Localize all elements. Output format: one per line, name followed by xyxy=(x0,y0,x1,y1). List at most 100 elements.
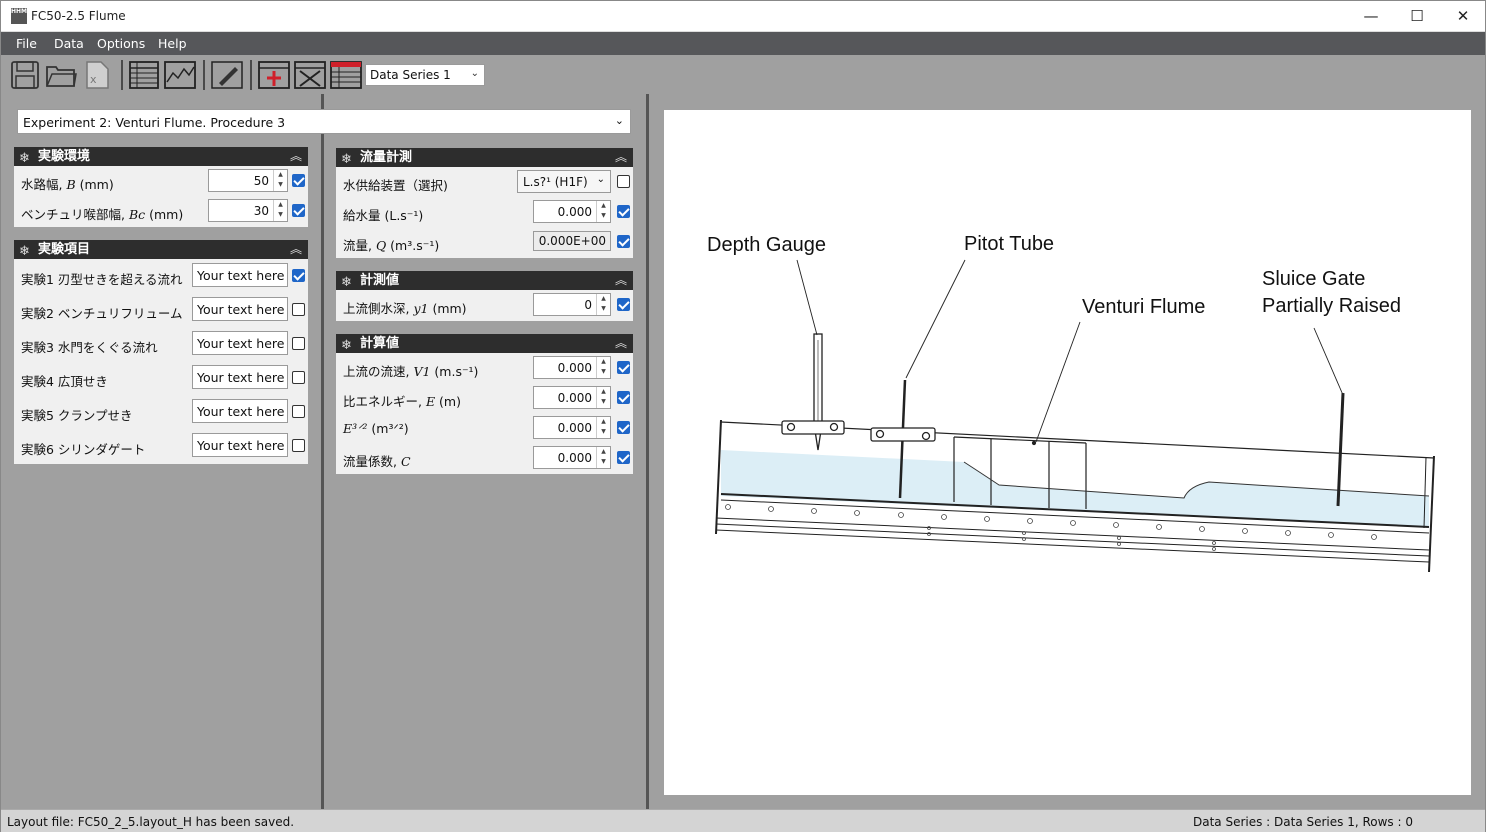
experiment-label: 実験5 クランプせき xyxy=(21,408,133,423)
menu-bar: File Data Options Help xyxy=(1,32,1485,55)
env-row-width: 水路幅, B (mm) 50 ▲ ▼ xyxy=(14,166,308,196)
chevron-down-icon: ⌄ xyxy=(470,68,479,79)
calc-label: 比エネルギー, E (m) xyxy=(343,394,461,409)
flow-panel-title: 流量計測 xyxy=(360,150,413,165)
experiment-text-input[interactable]: Your text here xyxy=(192,433,288,457)
flow-panel-header[interactable]: ❄ 流量計測 ︽ xyxy=(336,148,633,167)
experiment-text-input[interactable]: Your text here xyxy=(192,297,288,321)
experiment-checkbox[interactable] xyxy=(292,405,305,418)
calculated-panel: ❄ 計算値 ︽ 上流の流速, V1 (m.s⁻¹) 0.000 ▲ ▼ 比エネルギー… xyxy=(336,334,633,474)
data-series-select[interactable]: Data Series 1 ⌄ xyxy=(365,64,485,86)
field-label: 水路幅, B (mm) xyxy=(21,177,114,192)
maximize-button[interactable]: ☐ xyxy=(1394,1,1440,32)
spinner-arrows-icon: ▲ ▼ xyxy=(596,294,610,315)
env-panel-title: 実験環境 xyxy=(38,149,91,164)
feed-spinner[interactable]: 0.000 ▲ ▼ xyxy=(533,200,611,223)
supply-checkbox[interactable] xyxy=(617,175,630,188)
measured-panel: ❄ 計測値 ︽ 上流側水深, y1 (mm) 0 ▲ ▼ xyxy=(336,271,633,321)
velocity-checkbox[interactable] xyxy=(617,361,630,374)
menu-file[interactable]: File xyxy=(16,36,37,51)
width-spinner[interactable]: 50 ▲ ▼ xyxy=(208,169,288,192)
experiment-row: 実験6 シリンダゲート Your text here xyxy=(14,429,308,463)
energy-power-checkbox[interactable] xyxy=(617,421,630,434)
depth-gauge-label: Depth Gauge xyxy=(707,234,826,256)
collapse-icon[interactable]: ︽ xyxy=(615,334,627,353)
upstream-depth-spinner[interactable]: 0 ▲ ▼ xyxy=(533,293,611,316)
discharge-row: 流量, Q (m³.s⁻¹) 0.000E+00 xyxy=(336,227,633,257)
collapse-icon[interactable]: ︽ xyxy=(615,148,627,167)
water-surface xyxy=(721,450,1429,527)
add-row-icon[interactable] xyxy=(258,59,290,91)
calc-label: 流量係数, C xyxy=(343,454,411,469)
experiment-text-input[interactable]: Your text here xyxy=(192,365,288,389)
experiment-label: 実験4 広頂せき xyxy=(21,374,108,389)
collapse-icon[interactable]: ︽ xyxy=(290,240,302,259)
chevron-down-icon: ⌄ xyxy=(596,174,605,185)
width-checkbox[interactable] xyxy=(292,174,305,187)
experiment-label: 実験1 刃型せきを超える流れ xyxy=(21,272,183,287)
pane-splitter[interactable] xyxy=(646,94,649,809)
coefficient-spinner[interactable]: 0.000 ▲ ▼ xyxy=(533,446,611,469)
experiment-checkbox[interactable] xyxy=(292,337,305,350)
experiment-text-input[interactable]: Your text here xyxy=(192,263,288,287)
throat-width-spinner[interactable]: 30 ▲ ▼ xyxy=(208,199,288,222)
field-label: ベンチュリ喉部幅, Bc (mm) xyxy=(21,207,184,222)
sluice-gate xyxy=(1336,392,1345,507)
delete-row-icon[interactable] xyxy=(294,59,326,91)
measured-panel-header[interactable]: ❄ 計測値 ︽ xyxy=(336,271,633,290)
feed-row: 給水量 (L.s⁻¹) 0.000 ▲ ▼ xyxy=(336,197,633,227)
upstream-depth-checkbox[interactable] xyxy=(617,298,630,311)
experiment-label: 実験3 水門をくぐる流れ xyxy=(21,340,158,355)
feed-checkbox[interactable] xyxy=(617,205,630,218)
experiment-text-input[interactable]: Your text here xyxy=(192,331,288,355)
experiment-text-input[interactable]: Your text here xyxy=(192,399,288,423)
spinner-arrows-icon: ▲ ▼ xyxy=(273,170,287,191)
minimize-button[interactable]: — xyxy=(1348,1,1394,32)
throat-width-checkbox[interactable] xyxy=(292,204,305,217)
app-logo-icon: HHM xyxy=(11,8,27,24)
discharge-value: 0.000E+00 xyxy=(533,231,611,251)
discharge-checkbox[interactable] xyxy=(617,235,630,248)
calc-row: 比エネルギー, E (m) 0.000 ▲ ▼ xyxy=(336,383,633,413)
table-settings-icon[interactable] xyxy=(330,59,362,91)
window-title: FC50-2.5 Flume xyxy=(31,9,126,23)
env-row-throat: ベンチュリ喉部幅, Bc (mm) 30 ▲ ▼ xyxy=(14,196,308,226)
open-folder-icon[interactable] xyxy=(45,59,77,91)
energy-power-spinner[interactable]: 0.000 ▲ ▼ xyxy=(533,416,611,439)
experiment-select[interactable]: Experiment 2: Venturi Flume. Procedure 3… xyxy=(17,109,631,134)
data-series-value: Data Series 1 xyxy=(370,68,451,82)
excel-export-icon[interactable]: x xyxy=(81,59,113,91)
calculated-panel-title: 計算値 xyxy=(360,336,400,351)
experiments-panel-header[interactable]: ❄ 実験項目 ︽ xyxy=(14,240,308,259)
experiment-checkbox[interactable] xyxy=(292,303,305,316)
experiment-checkbox[interactable] xyxy=(292,439,305,452)
env-panel-header[interactable]: ❄ 実験環境 ︽ xyxy=(14,147,308,166)
spinner-arrows-icon: ▲ ▼ xyxy=(273,200,287,221)
menu-help[interactable]: Help xyxy=(158,36,187,51)
status-bar: Layout file: FC50_2_5.layout_H has been … xyxy=(1,809,1485,832)
experiment-checkbox[interactable] xyxy=(292,269,305,282)
collapse-icon[interactable]: ︽ xyxy=(615,271,627,290)
chevron-down-icon: ⌄ xyxy=(614,114,624,127)
energy-checkbox[interactable] xyxy=(617,391,630,404)
experiment-label: 実験6 シリンダゲート xyxy=(21,442,146,457)
calc-label: E³ᐟ² (m³ᐟ²) xyxy=(343,421,409,436)
close-button[interactable]: ✕ xyxy=(1440,1,1486,32)
chart-view-icon[interactable] xyxy=(164,59,196,91)
energy-spinner[interactable]: 0.000 ▲ ▼ xyxy=(533,386,611,409)
save-icon[interactable] xyxy=(9,59,41,91)
experiment-checkbox[interactable] xyxy=(292,371,305,384)
calculated-panel-header[interactable]: ❄ 計算値 ︽ xyxy=(336,334,633,353)
table-view-icon[interactable] xyxy=(128,59,160,91)
edit-pencil-icon[interactable] xyxy=(211,59,243,91)
spinner-arrows-icon: ▲ ▼ xyxy=(596,387,610,408)
coefficient-checkbox[interactable] xyxy=(617,451,630,464)
calc-row: 上流の流速, V1 (m.s⁻¹) 0.000 ▲ ▼ xyxy=(336,353,633,383)
collapse-icon[interactable]: ︽ xyxy=(290,147,302,166)
supply-select[interactable]: L.s?¹ (H1F) ⌄ xyxy=(517,170,611,193)
supply-label: 水供給装置（選択) xyxy=(343,178,448,193)
menu-options[interactable]: Options xyxy=(97,36,145,51)
velocity-spinner[interactable]: 0.000 ▲ ▼ xyxy=(533,356,611,379)
supply-row: 水供給装置（選択) L.s?¹ (H1F) ⌄ xyxy=(336,167,633,197)
menu-data[interactable]: Data xyxy=(54,36,84,51)
